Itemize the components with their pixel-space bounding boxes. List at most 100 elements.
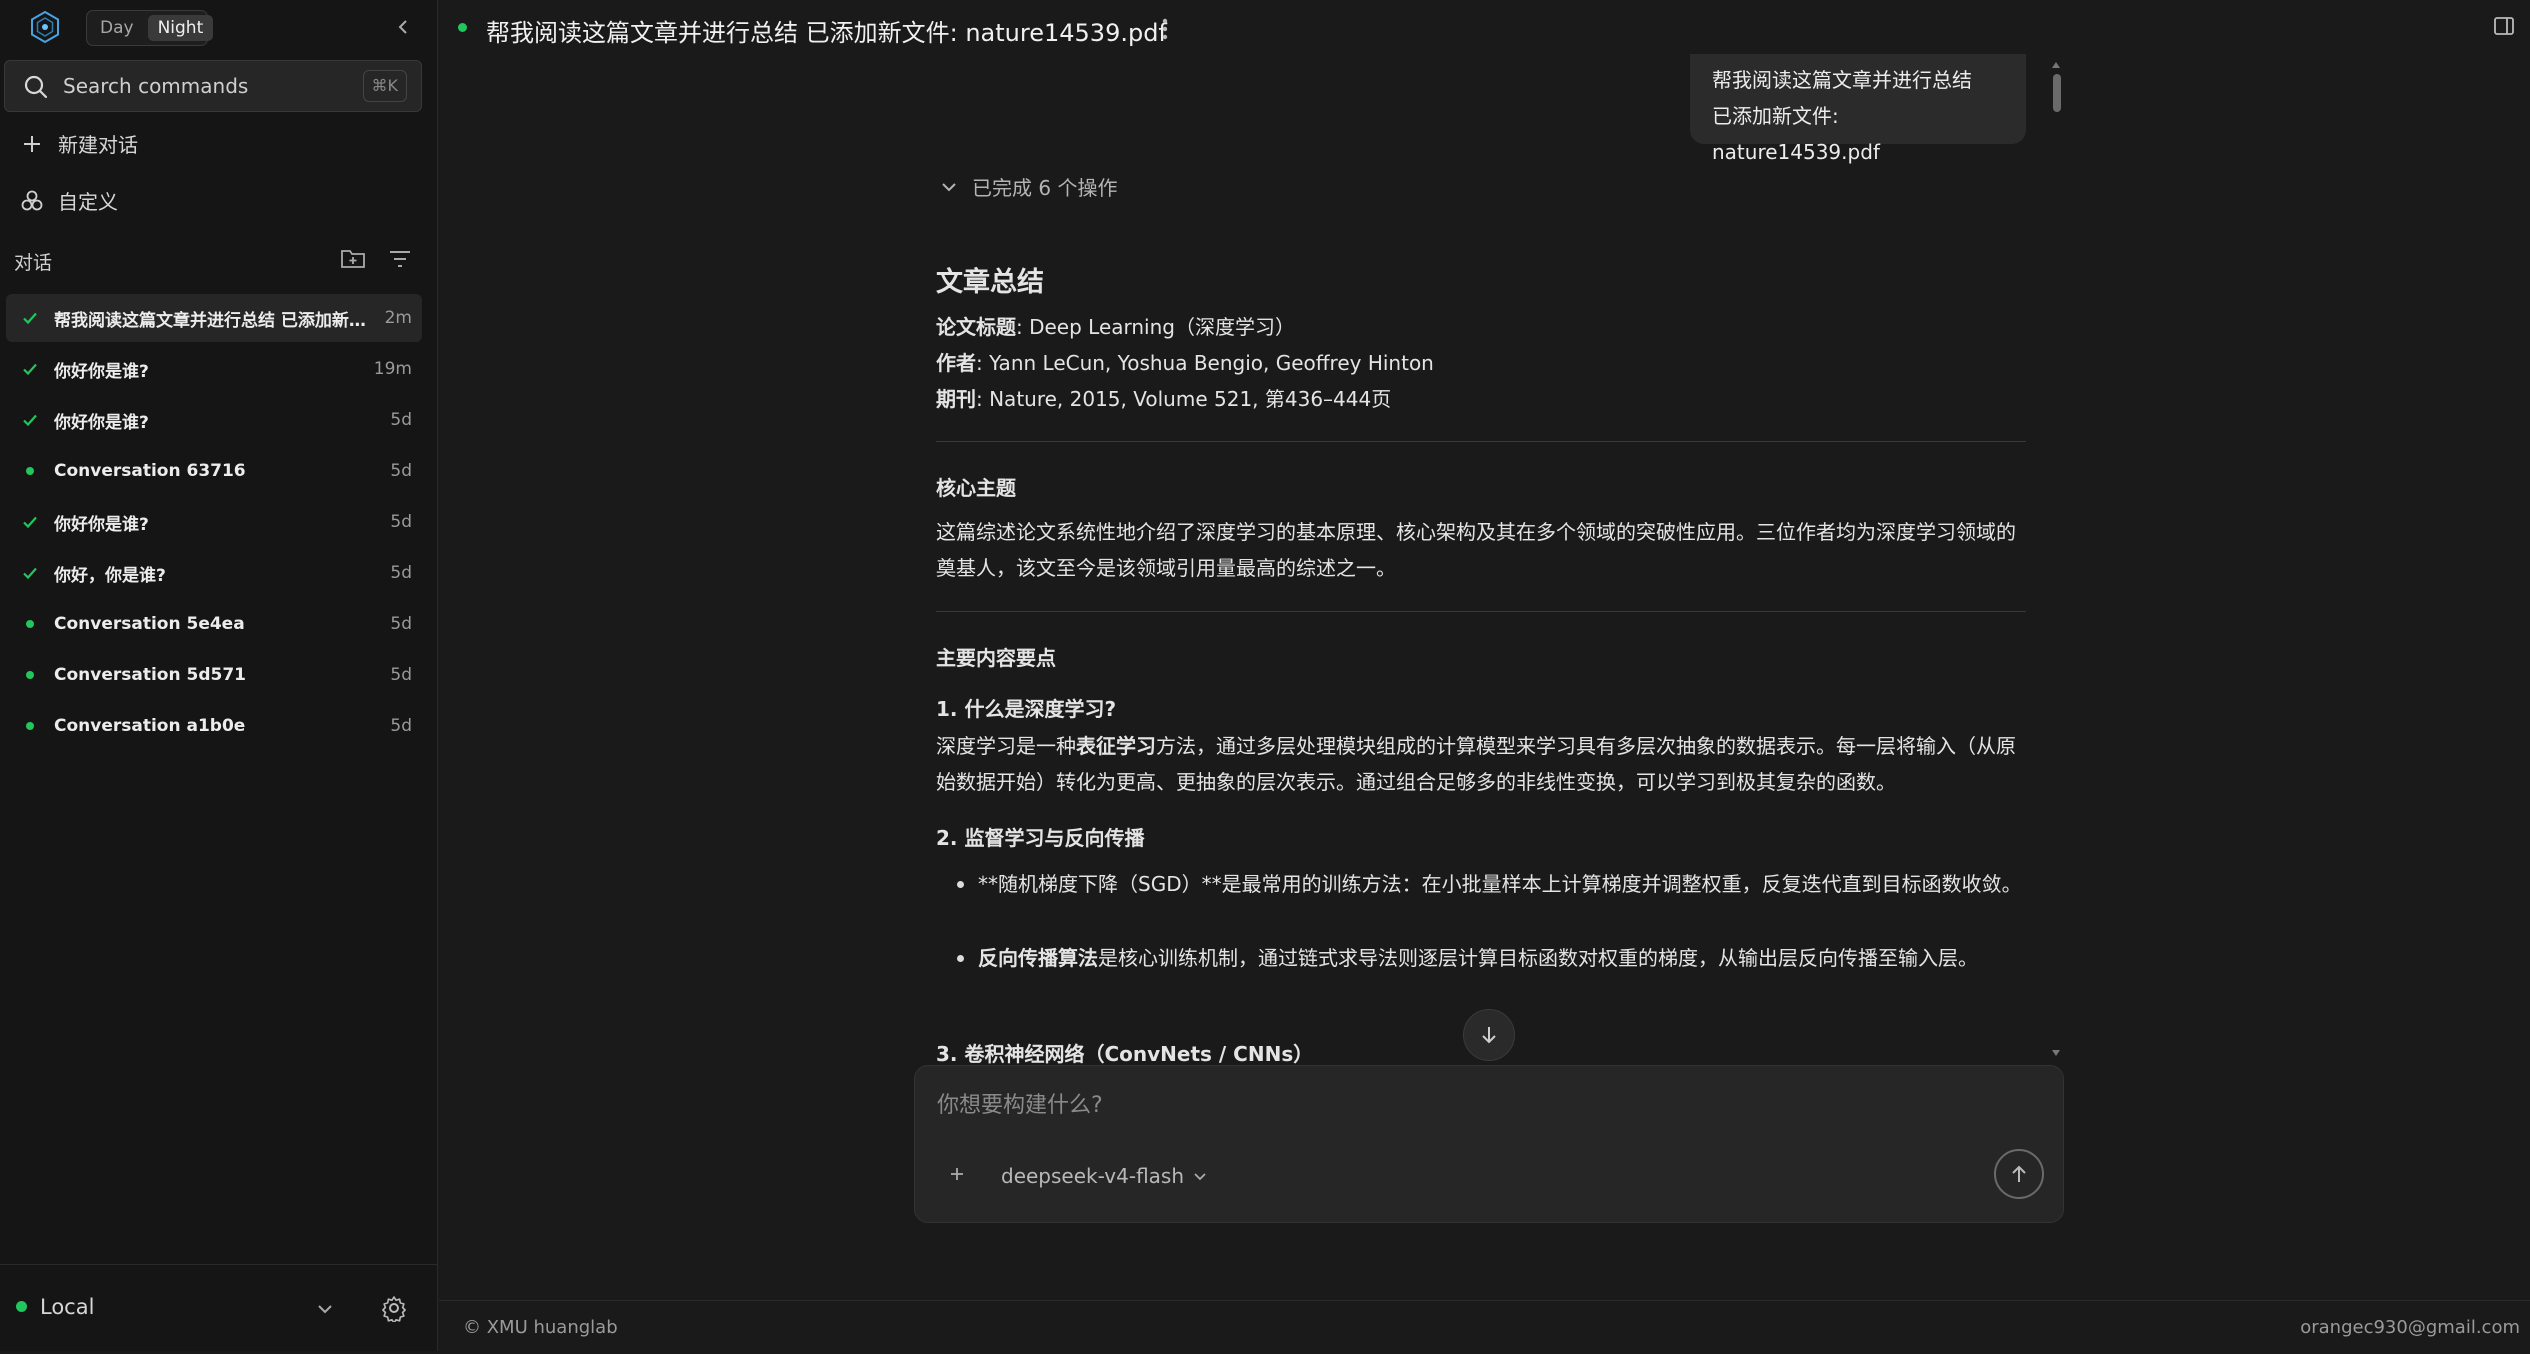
operations-summary-label: 已完成 6 个操作 [972, 176, 1118, 200]
environment-label[interactable]: Local [40, 1295, 94, 1319]
meta-value: : Nature, 2015, Volume 521, 第436–444页 [976, 387, 1392, 411]
filter-icon[interactable] [388, 248, 412, 270]
divider [936, 441, 2026, 442]
conversation-title: 帮我阅读这篇文章并进行总结 已添加新文件: nature14539.pdf [486, 19, 1167, 47]
bold-term: 表征学习 [1076, 734, 1156, 758]
arrow-down-icon [1482, 1027, 1496, 1044]
environment-chevron-down-icon[interactable] [314, 1298, 336, 1320]
new-chat-label: 新建对话 [58, 133, 138, 157]
search-commands-button[interactable]: Search commands ⌘K [4, 60, 422, 112]
attach-plus-icon[interactable] [947, 1164, 967, 1184]
conversation-item[interactable]: 你好你是谁? 19m [6, 345, 422, 393]
model-selector[interactable]: deepseek-v4-flash [1001, 1164, 1208, 1188]
new-chat-button[interactable]: 新建对话 [20, 129, 138, 158]
conversation-item[interactable]: 你好你是谁? 5d [6, 396, 422, 444]
meta-value: : Deep Learning（深度学习） [1016, 315, 1295, 339]
subheading-2: 2. 监督学习与反向传播 [936, 826, 1145, 850]
scrollbar-down-arrow[interactable] [2052, 1050, 2060, 1056]
scrollbar-up-arrow[interactable] [2052, 62, 2060, 68]
subheading-3: 3. 卷积神经网络（ConvNets / CNNs） [936, 1042, 1314, 1066]
conversation-item[interactable]: Conversation a1b0e 5d [6, 702, 422, 750]
sidebar-divider [0, 1264, 438, 1265]
theme-night-option[interactable]: Night [147, 15, 214, 41]
message-input[interactable] [935, 1088, 1935, 1122]
customize-button[interactable]: 自定义 [20, 186, 118, 215]
subheading-1: 1. 什么是深度学习? [936, 697, 1117, 721]
conversation-item[interactable]: 你好，你是谁? 5d [6, 549, 422, 597]
scroll-to-bottom-button[interactable] [1463, 1009, 1515, 1061]
conversation-age: 5d [390, 563, 412, 583]
meta-authors-row: 作者: Yann LeCun, Yoshua Bengio, Geoffrey … [936, 347, 1434, 376]
conversation-item[interactable]: 你好你是谁? 5d [6, 498, 422, 546]
status-dot [26, 467, 34, 475]
check-icon [23, 567, 37, 580]
conversation-title: 你好你是谁? [54, 361, 149, 382]
conversation-age: 5d [390, 614, 412, 634]
meta-label: 期刊 [936, 387, 976, 411]
toggle-right-panel-icon[interactable] [2492, 14, 2516, 38]
conversation-age: 5d [390, 665, 412, 685]
status-dot [26, 722, 34, 730]
text-span: 是核心训练机制，通过链式求导法则逐层计算目标函数对权重的梯度，从输出层反向传播至… [1098, 946, 1978, 970]
arrow-up-icon [2012, 1165, 2026, 1182]
conversation-age: 5d [390, 410, 412, 430]
conversation-title: 帮我阅读这篇文章并进行总结 已添加新文件: nature14539.pdf [54, 310, 372, 331]
conversation-title: 你好你是谁? [54, 412, 149, 433]
user-message-bubble: 帮我阅读这篇文章并进行总结 已添加新文件: nature14539.pdf [1690, 54, 2026, 164]
divider [936, 611, 2026, 612]
conversation-age: 5d [390, 512, 412, 532]
bullet-item: 反向传播算法是核心训练机制，通过链式求导法则逐层计算目标函数对权重的梯度，从输出… [957, 940, 2026, 976]
conversation-title: 你好，你是谁? [54, 565, 166, 586]
search-icon [24, 75, 48, 99]
customize-circles-icon [21, 190, 43, 210]
meta-title-row: 论文标题: Deep Learning（深度学习） [936, 311, 1295, 340]
paragraph-1: 深度学习是一种表征学习方法，通过多层处理模块组成的计算模型来学习具有多层次抽象的… [936, 728, 2026, 800]
bullet-item: **随机梯度下降（SGD）**是最常用的训练方法：在小批量样本上计算梯度并调整权… [957, 866, 2026, 902]
chevron-down-icon [942, 182, 956, 191]
status-dot [26, 671, 34, 679]
meta-label: 作者 [936, 351, 976, 375]
chevron-down-icon [1194, 1173, 1206, 1181]
text-span: 深度学习是一种 [936, 734, 1076, 758]
meta-label: 论文标题 [936, 315, 1016, 339]
status-dot [26, 620, 34, 628]
new-folder-icon[interactable] [340, 246, 366, 270]
gear-icon[interactable] [380, 1294, 408, 1322]
bold-term: 反向传播算法 [978, 946, 1098, 970]
plus-icon [24, 135, 40, 152]
conversation-age: 5d [390, 716, 412, 736]
search-commands-label: Search commands [63, 74, 249, 98]
conversation-title: 你好你是谁? [54, 514, 149, 535]
copyright-text: © XMU huanglab [463, 1317, 618, 1338]
check-icon [23, 516, 37, 529]
conversation-title: Conversation 5d571 [54, 665, 246, 685]
footer: © XMU huanglab orangec930@gmail.com [439, 1300, 2530, 1351]
more-vertical-icon[interactable] [1155, 16, 1175, 42]
check-icon [23, 312, 37, 325]
collapse-sidebar-chevron-left-icon[interactable] [392, 16, 414, 38]
meta-journal-row: 期刊: Nature, 2015, Volume 521, 第436–444页 [936, 383, 1391, 412]
environment-status-dot [16, 1301, 27, 1312]
conversation-item[interactable]: Conversation 63716 5d [6, 447, 422, 495]
conversation-item[interactable]: Conversation 5d571 5d [6, 651, 422, 699]
section-heading-main: 主要内容要点 [936, 646, 1056, 670]
conversations-header: 对话 [14, 252, 53, 274]
message-composer: deepseek-v4-flash [914, 1065, 2064, 1223]
send-button[interactable] [1994, 1149, 2044, 1199]
operations-summary-toggle[interactable]: 已完成 6 个操作 [938, 172, 1117, 201]
theme-day-option[interactable]: Day [90, 15, 144, 41]
search-shortcut-badge: ⌘K [362, 70, 407, 102]
conversation-title: Conversation 63716 [54, 461, 246, 481]
sidebar: Day Night Search commands ⌘K 新建对话 自定义 对话 [0, 0, 438, 1351]
user-message-attachment: 已添加新文件: nature14539.pdf [1712, 104, 1880, 164]
check-icon [23, 363, 37, 376]
conversation-item[interactable]: Conversation 5e4ea 5d [6, 600, 422, 648]
conversation-age: 5d [390, 461, 412, 481]
chat-scrollbar-thumb[interactable] [2053, 74, 2061, 112]
app-logo-icon[interactable] [28, 10, 62, 44]
model-name: deepseek-v4-flash [1001, 1164, 1185, 1188]
user-email: orangec930@gmail.com [2300, 1317, 2520, 1338]
conversation-status-dot [458, 23, 467, 32]
conversation-item[interactable]: 帮我阅读这篇文章并进行总结 已添加新文件: nature14539.pdf 2m [6, 294, 422, 342]
conversation-age: 2m [384, 308, 412, 328]
